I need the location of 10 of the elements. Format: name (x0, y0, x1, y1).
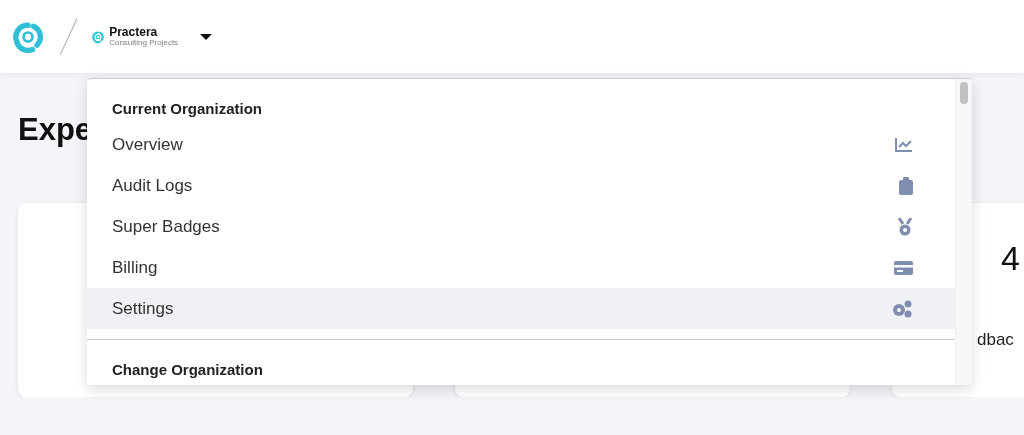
menu-item[interactable]: Settings (87, 288, 955, 329)
stat-label: dbac (977, 330, 1014, 350)
section-heading: Current Organization (111, 99, 263, 119)
menu-item[interactable]: Super Badges (87, 206, 955, 247)
stat-value: 4 (1001, 239, 1020, 278)
section-heading: Change Organization (111, 360, 264, 380)
menu-item[interactable]: Billing (87, 247, 955, 288)
org-subtitle: Consulting Projects (109, 38, 179, 47)
menu-item[interactable]: Audit Logs (87, 165, 955, 206)
org-name: Practera (109, 26, 159, 38)
